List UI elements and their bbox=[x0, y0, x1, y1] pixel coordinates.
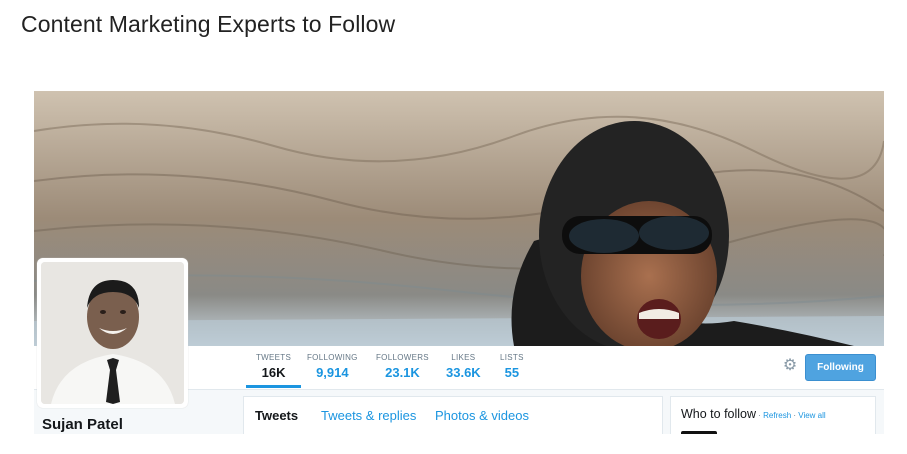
suggestion-avatar[interactable] bbox=[681, 431, 717, 434]
stat-label: TWEETS bbox=[256, 353, 292, 362]
profile-name: Sujan Patel bbox=[42, 416, 123, 433]
view-all-link[interactable]: View all bbox=[798, 411, 825, 420]
stat-lists[interactable]: LISTS 55 bbox=[500, 353, 524, 380]
avatar[interactable] bbox=[37, 258, 188, 408]
gear-icon[interactable]: ⚙ bbox=[781, 357, 799, 375]
tab-tweets[interactable]: Tweets bbox=[255, 408, 298, 423]
stat-value: 23.1K bbox=[385, 365, 420, 380]
following-button[interactable]: Following bbox=[805, 354, 876, 381]
stat-likes[interactable]: LIKES 33.6K bbox=[446, 353, 481, 380]
who-to-follow-panel: Who to follow · Refresh · View all bbox=[670, 396, 876, 434]
stat-label: LISTS bbox=[500, 353, 524, 362]
timeline-tabs: Tweets Tweets & replies Photos & videos bbox=[243, 396, 663, 434]
stat-value: 33.6K bbox=[446, 365, 481, 380]
stat-tweets[interactable]: TWEETS 16K bbox=[245, 353, 302, 388]
page-title: Content Marketing Experts to Follow bbox=[21, 11, 396, 37]
stat-value: 16K bbox=[261, 365, 286, 380]
who-to-follow-title: Who to follow · Refresh · View all bbox=[681, 407, 826, 421]
stat-value: 9,914 bbox=[316, 365, 349, 380]
stat-followers[interactable]: FOLLOWERS 23.1K bbox=[376, 353, 429, 380]
tab-tweets-replies[interactable]: Tweets & replies bbox=[321, 408, 416, 423]
stat-label: LIKES bbox=[451, 353, 476, 362]
stat-label: FOLLOWING bbox=[307, 353, 358, 362]
stat-following[interactable]: FOLLOWING 9,914 bbox=[307, 353, 358, 380]
twitter-profile-screenshot: TWEETS 16K FOLLOWING 9,914 FOLLOWERS 23.… bbox=[34, 91, 884, 434]
tab-photos-videos[interactable]: Photos & videos bbox=[435, 408, 529, 423]
avatar-image bbox=[41, 262, 184, 404]
who-to-follow-heading: Who to follow bbox=[681, 407, 757, 421]
stat-label: FOLLOWERS bbox=[376, 353, 429, 362]
refresh-link[interactable]: Refresh bbox=[763, 411, 791, 420]
stat-value: 55 bbox=[504, 365, 520, 380]
